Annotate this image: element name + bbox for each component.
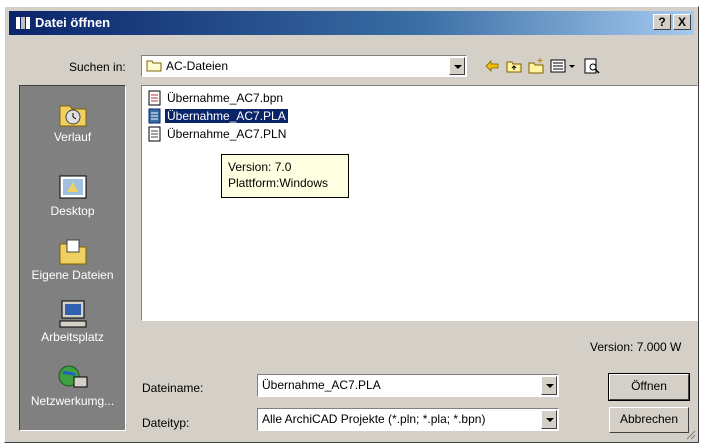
filename-dropdown-button[interactable] xyxy=(541,376,557,395)
place-label: Netzwerkumg... xyxy=(30,394,115,408)
archicad-file-icon xyxy=(148,108,162,124)
filename-input[interactable]: Übernahme_AC7.PLA xyxy=(262,378,381,392)
network-icon xyxy=(57,362,89,394)
back-arrow-icon[interactable] xyxy=(483,57,501,75)
place-label: Verlauf xyxy=(53,130,92,144)
place-my-documents[interactable]: Eigene Dateien xyxy=(20,236,125,282)
view-menu-icon[interactable] xyxy=(549,57,577,75)
file-list[interactable]: Übernahme_AC7.bpn Übernahme_AC7.PLA Über… xyxy=(141,85,698,321)
title-bar[interactable]: Datei öffnen ? X xyxy=(9,11,694,35)
lookin-label: Suchen in: xyxy=(69,60,126,74)
filetype-label: Dateityp: xyxy=(142,416,190,430)
dialog-icon xyxy=(15,16,31,30)
filetype-value: Alle ArchiCAD Projekte (*.pln; *.pla; *.… xyxy=(262,412,486,426)
filename-label: Dateiname: xyxy=(142,381,204,395)
my-documents-icon xyxy=(57,236,89,268)
places-bar: Verlauf Desktop Eigene Dateien Arbeitspl… xyxy=(19,85,126,431)
filetype-combobox[interactable]: Alle ArchiCAD Projekte (*.pln; *.pla; *.… xyxy=(257,408,559,431)
resize-grip-icon[interactable] xyxy=(684,428,696,440)
up-folder-icon[interactable] xyxy=(505,57,523,75)
open-button[interactable]: Öffnen xyxy=(608,373,690,401)
place-my-computer[interactable]: Arbeitsplatz xyxy=(20,298,125,344)
desktop-icon xyxy=(57,172,89,204)
place-desktop[interactable]: Desktop xyxy=(20,172,125,218)
preview-icon[interactable] xyxy=(583,57,601,75)
lookin-dropdown-button[interactable] xyxy=(449,57,465,75)
file-name: Übernahme_AC7.bpn xyxy=(167,91,284,105)
tooltip-version: Version: 7.0 xyxy=(228,160,292,174)
cancel-button[interactable]: Abbrechen xyxy=(609,407,689,433)
new-folder-icon[interactable] xyxy=(527,57,545,75)
help-button[interactable]: ? xyxy=(653,14,671,30)
lookin-combobox[interactable]: AC-Dateien xyxy=(141,55,467,77)
archicad-file-icon xyxy=(148,90,162,106)
archicad-file-icon xyxy=(148,126,162,142)
file-name: Übernahme_AC7.PLN xyxy=(167,127,287,141)
my-computer-icon xyxy=(57,298,89,330)
close-button[interactable]: X xyxy=(673,14,691,30)
history-icon xyxy=(57,98,89,130)
place-network[interactable]: Netzwerkumg... xyxy=(20,362,125,408)
tooltip-platform: Plattform:Windows xyxy=(228,176,329,190)
filename-combobox[interactable]: Übernahme_AC7.PLA xyxy=(257,374,559,397)
open-file-dialog: Datei öffnen ? X Suchen in: AC-Dateien V… xyxy=(4,6,699,443)
folder-icon xyxy=(146,59,162,72)
file-tooltip: Version: 7.0 Plattform:Windows xyxy=(221,154,349,198)
place-label: Arbeitsplatz xyxy=(41,330,104,344)
dialog-title: Datei öffnen xyxy=(35,15,111,30)
version-text: Version: 7.000 W xyxy=(590,340,682,354)
place-history[interactable]: Verlauf xyxy=(20,98,125,144)
place-label: Eigene Dateien xyxy=(31,268,114,282)
filetype-dropdown-button[interactable] xyxy=(541,410,557,429)
place-label: Desktop xyxy=(50,204,95,218)
lookin-value: AC-Dateien xyxy=(166,59,229,73)
file-name: Übernahme_AC7.PLA xyxy=(164,108,289,124)
